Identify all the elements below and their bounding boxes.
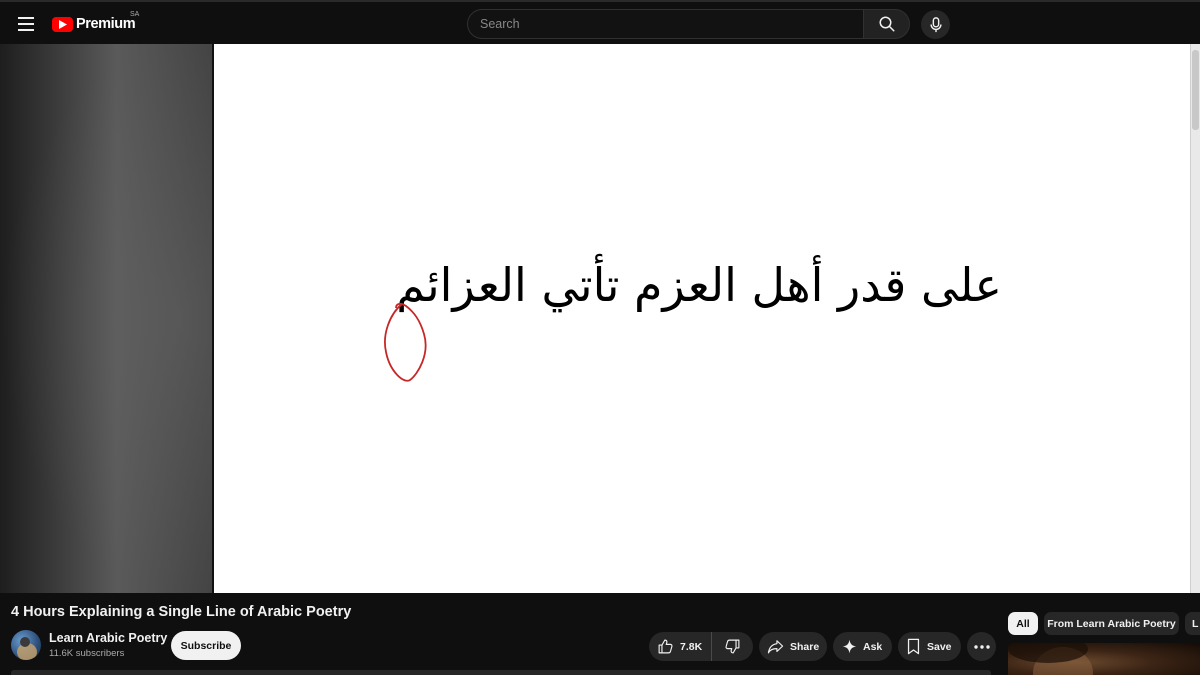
description-box-edge: [11, 670, 991, 675]
search-box: [467, 9, 864, 39]
country-code: SA: [130, 11, 140, 18]
ask-sparkle-icon: [842, 639, 857, 654]
video-frame-slide: [212, 44, 1190, 593]
player-side-panel: [0, 44, 212, 593]
logo-text: Premium: [76, 16, 136, 32]
recommended-video-thumbnail[interactable]: [1008, 643, 1200, 675]
video-title: 4 Hours Explaining a Single Line of Arab…: [11, 604, 352, 620]
top-bar: Premium SA: [0, 0, 1200, 44]
red-circle-annotation: [384, 302, 427, 382]
like-dislike-group: 7.8K: [649, 632, 753, 661]
search-input[interactable]: [468, 10, 864, 38]
more-icon: [973, 644, 990, 649]
menu-icon[interactable]: [12, 10, 40, 38]
subscribe-button[interactable]: Subscribe: [171, 631, 241, 660]
save-button[interactable]: Save: [898, 632, 961, 661]
subscriber-count: 11.6K subscribers: [49, 648, 125, 659]
dislike-icon: [725, 639, 740, 654]
voice-search-button[interactable]: [921, 10, 950, 39]
save-label: Save: [927, 640, 952, 653]
share-icon: [767, 640, 784, 654]
chip-partial[interactable]: L: [1185, 612, 1200, 635]
search-icon: [879, 16, 894, 32]
channel-name[interactable]: Learn Arabic Poetry: [49, 631, 167, 645]
like-count: 7.8K: [680, 640, 703, 653]
youtube-logo-icon: [52, 16, 73, 32]
more-actions-button[interactable]: [967, 632, 996, 661]
search-button[interactable]: [863, 9, 910, 39]
chip-from-channel[interactable]: From Learn Arabic Poetry: [1044, 612, 1179, 635]
save-icon: [907, 638, 920, 655]
chip-all[interactable]: All: [1008, 612, 1038, 635]
video-player[interactable]: على قدر أهل العزم تأتي العزائم: [0, 44, 1200, 593]
like-button[interactable]: 7.8K: [649, 632, 712, 661]
ask-label: Ask: [863, 640, 883, 653]
ask-button[interactable]: Ask: [833, 632, 892, 661]
channel-avatar[interactable]: [11, 630, 41, 660]
dislike-button[interactable]: [712, 632, 753, 661]
mic-icon: [929, 16, 942, 32]
like-icon: [658, 639, 673, 654]
share-button[interactable]: Share: [759, 632, 827, 661]
share-label: Share: [790, 640, 820, 653]
slide-verse-text: على قدر أهل العزم تأتي العزائم: [396, 258, 1002, 312]
slide-scrollbar: [1190, 44, 1200, 593]
youtube-premium-logo[interactable]: Premium SA: [52, 11, 139, 34]
